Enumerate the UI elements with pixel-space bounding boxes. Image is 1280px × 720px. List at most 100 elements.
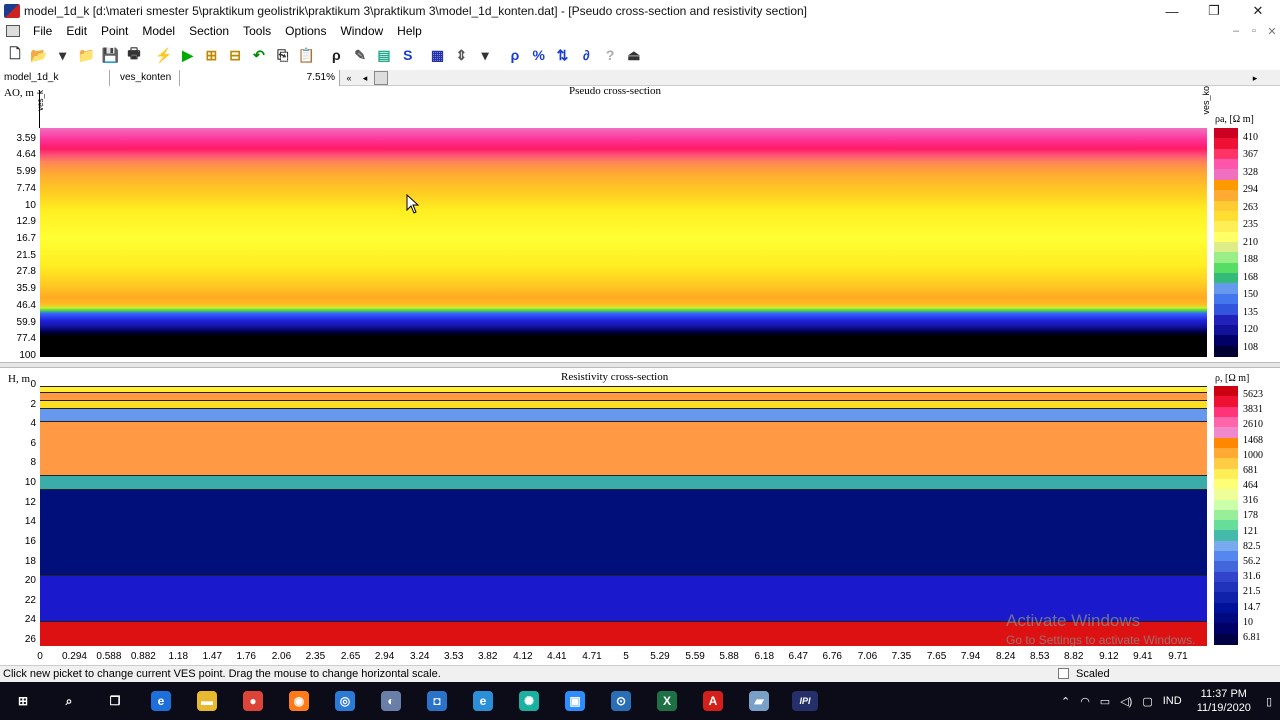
clock[interactable]: 11:37 PM 11/19/2020	[1197, 687, 1251, 715]
window-title: model_1d_k [d:\materi smester 5\praktiku…	[24, 4, 808, 18]
menu-edit[interactable]: Edit	[59, 24, 94, 38]
file-explorer-button[interactable]: ▬	[184, 682, 230, 720]
rho-icon[interactable]: ρ	[504, 44, 526, 66]
resistivity-layer[interactable]	[40, 407, 1207, 422]
mdi-close-button[interactable]: ✕	[1262, 22, 1280, 40]
document-icon[interactable]	[6, 25, 20, 37]
resistivity-layer[interactable]	[40, 475, 1207, 490]
sort-icon[interactable]: ⇅	[552, 44, 574, 66]
lightning-icon[interactable]: ⚡	[153, 44, 175, 66]
menu-section[interactable]: Section	[182, 24, 236, 38]
scaled-checkbox[interactable]	[1058, 668, 1069, 679]
nav-next-button[interactable]: ▸	[1248, 71, 1262, 85]
layers-icon[interactable]: ⊞	[200, 44, 222, 66]
menu-options[interactable]: Options	[278, 24, 333, 38]
menu-model[interactable]: Model	[135, 24, 182, 38]
language-indicator[interactable]: IND	[1163, 695, 1182, 707]
colorbar-swatch	[1214, 489, 1238, 501]
pseudo-section-plot[interactable]	[40, 128, 1207, 357]
zoom-app-button[interactable]: ▣	[552, 682, 598, 720]
network-icon[interactable]: ◠	[1080, 695, 1090, 708]
minimize-button[interactable]: —	[1150, 0, 1194, 22]
ie-button[interactable]: e	[460, 682, 506, 720]
menu-file[interactable]: File	[26, 24, 59, 38]
zoom-dropdown-icon[interactable]: ▾	[474, 44, 496, 66]
open-folder-add-icon[interactable]: 📁	[75, 44, 97, 66]
colorbar-tick: 681	[1243, 464, 1258, 476]
x-axis-tick: 0.294	[61, 651, 87, 662]
calc-icon[interactable]: ▦	[427, 44, 449, 66]
ves-tab[interactable]: ves_konten	[110, 70, 180, 86]
pseudo-title: Pseudo cross-section	[569, 85, 661, 97]
menu-point[interactable]: Point	[94, 24, 135, 38]
panel-splitter[interactable]	[0, 362, 1280, 368]
exit-icon[interactable]: ⏏	[623, 44, 645, 66]
tray-chevron-icon[interactable]: ⌃	[1061, 695, 1070, 708]
resistivity-y-tick: 10	[24, 477, 36, 489]
pdf-button[interactable]: A	[690, 682, 736, 720]
excel-button[interactable]: X	[644, 682, 690, 720]
partial-icon[interactable]: ∂	[575, 44, 597, 66]
menu-tools[interactable]: Tools	[236, 24, 278, 38]
model-tab[interactable]: model_1d_k	[0, 70, 110, 86]
s-icon[interactable]: S	[397, 44, 419, 66]
x-axis-tick: 2.65	[340, 651, 361, 662]
rho-a-icon[interactable]: ρ	[325, 44, 347, 66]
mdi-minimize-button[interactable]: –	[1226, 22, 1246, 40]
search-button[interactable]: ⌕	[46, 682, 92, 720]
viewer-button[interactable]: ⊙	[598, 682, 644, 720]
message-icon[interactable]: ▢	[1142, 695, 1152, 708]
battery-icon[interactable]: ▭	[1100, 695, 1110, 708]
menu-window[interactable]: Window	[333, 24, 390, 38]
percent-icon[interactable]: %	[528, 44, 550, 66]
task-view-button[interactable]: ❐	[92, 682, 138, 720]
open-dropdown-icon[interactable]: ▾	[52, 44, 74, 66]
firefox-button[interactable]: ◉	[276, 682, 322, 720]
resistivity-layer[interactable]	[40, 391, 1207, 400]
restore-button[interactable]: ❐	[1192, 0, 1236, 22]
menu-help[interactable]: Help	[390, 24, 429, 38]
app-orange-button[interactable]: ◘	[414, 682, 460, 720]
notification-icon[interactable]: ▯	[1266, 695, 1272, 708]
resistivity-layer[interactable]	[40, 421, 1207, 476]
chrome-button[interactable]: ●	[230, 682, 276, 720]
resistivity-layer[interactable]	[40, 399, 1207, 408]
new-icon[interactable]: 🗋	[4, 44, 26, 66]
tab-strip: model_1d_k ves_konten 7.51% « ◂ ▸	[0, 70, 1280, 86]
status-bar: Click new picket to change current VES p…	[0, 665, 1280, 682]
colorbar-swatch	[1214, 613, 1238, 624]
colorbar-swatch	[1214, 159, 1238, 171]
map-icon[interactable]: ▤	[373, 44, 395, 66]
copy-icon[interactable]: ⎘	[272, 44, 294, 66]
notes-button[interactable]: ▰	[736, 682, 782, 720]
pseudo-y-tick: 5.99	[16, 166, 36, 178]
nav-prev-button[interactable]: ◂	[358, 71, 372, 85]
pseudo-y-tick: 35.9	[16, 283, 36, 295]
browser-button[interactable]: ◎	[322, 682, 368, 720]
edge-button[interactable]: e	[138, 682, 184, 720]
pen-icon[interactable]: ✎	[349, 44, 371, 66]
close-button[interactable]: ✕	[1236, 0, 1280, 22]
open-icon[interactable]: 📂	[28, 44, 50, 66]
mdi-restore-button[interactable]: ▫	[1244, 22, 1264, 40]
ves-marker[interactable]	[39, 90, 40, 128]
colorbar-swatch	[1214, 221, 1238, 233]
help-icon[interactable]: ?	[599, 44, 621, 66]
run-icon[interactable]: ▶	[177, 44, 199, 66]
scroll-thumb[interactable]	[374, 71, 388, 85]
nav-first-button[interactable]: «	[342, 71, 356, 85]
undo-icon[interactable]: ↶	[248, 44, 270, 66]
resistivity-section-plot[interactable]	[40, 386, 1207, 646]
paste-icon[interactable]: 📋	[296, 44, 318, 66]
ipi-button[interactable]: IPI	[782, 682, 828, 720]
zoom-icon[interactable]: ⇕	[450, 44, 472, 66]
resistivity-y-tick: 12	[24, 496, 36, 508]
print-icon[interactable]: 🖶	[123, 44, 145, 66]
start-button[interactable]: ⊞	[0, 682, 46, 720]
layers-split-icon[interactable]: ⊟	[224, 44, 246, 66]
save-icon[interactable]: 💾	[99, 44, 121, 66]
media-button[interactable]: ◐	[368, 682, 414, 720]
volume-icon[interactable]: ◁)	[1120, 695, 1132, 708]
network-app-button[interactable]: ✺	[506, 682, 552, 720]
resistivity-layer[interactable]	[40, 489, 1207, 576]
